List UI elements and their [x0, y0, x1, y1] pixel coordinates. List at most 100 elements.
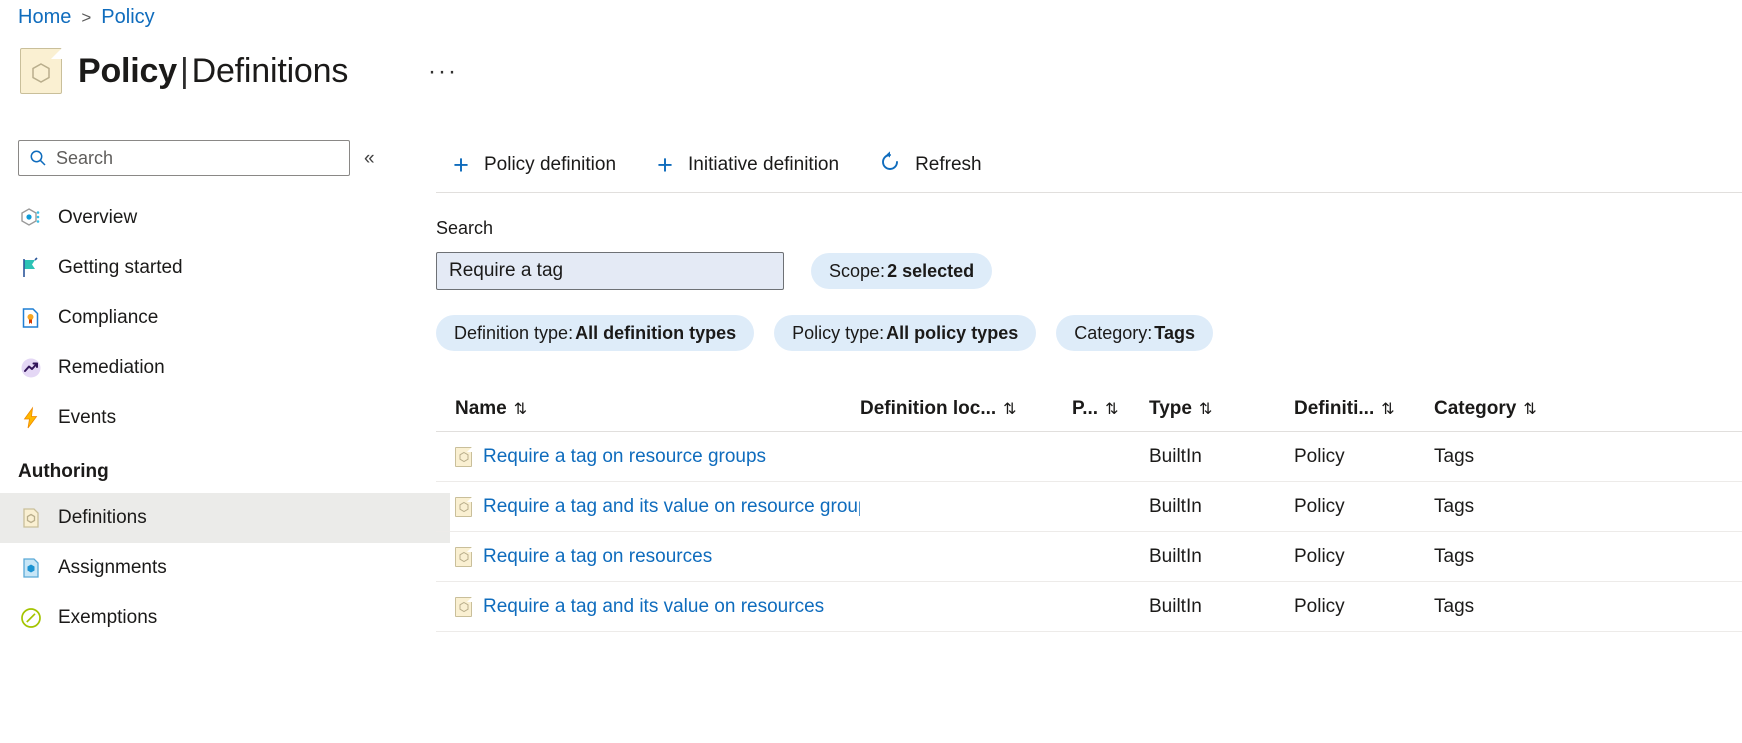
search-input-value: Require a tag: [449, 260, 564, 281]
flag-icon: [18, 255, 44, 281]
toolbar-divider: [436, 192, 1742, 193]
main-content: + Policy definition + Initiative definit…: [436, 140, 1742, 632]
cell-name: Require a tag and its value on resources: [436, 596, 860, 618]
column-header-label: Type: [1149, 397, 1192, 419]
filter-pill-value: 2 selected: [887, 260, 975, 281]
policy-definition-row-icon: [455, 446, 472, 467]
cell-type: BuiltIn: [1149, 495, 1202, 517]
hexagon-glyph: [459, 502, 468, 513]
filter-pill-value: All definition types: [575, 322, 737, 343]
filter-pill-scope[interactable]: Scope : 2 selected: [811, 253, 993, 289]
plus-icon: +: [657, 149, 673, 180]
filter-pill-name: Scope: [829, 260, 881, 281]
column-header-name[interactable]: Name ⇅: [436, 398, 860, 420]
policy-definition-row-icon: [455, 596, 472, 617]
sidebar-search-row: Search «: [0, 140, 450, 176]
column-header-type[interactable]: Type ⇅: [1149, 398, 1294, 420]
table-row[interactable]: Require a tag and its value on resource …: [436, 482, 1742, 532]
breadcrumb-home[interactable]: Home: [18, 6, 71, 29]
table-row[interactable]: Require a tag on resources BuiltIn Polic…: [436, 532, 1742, 582]
compliance-document-icon: [18, 305, 44, 331]
definition-name-link[interactable]: Require a tag and its value on resources: [483, 596, 824, 618]
sidebar-search-input[interactable]: Search: [18, 140, 350, 176]
search-icon: [30, 150, 46, 166]
refresh-icon: [877, 149, 903, 181]
sort-icon: ⇅: [1105, 400, 1119, 418]
plus-icon: +: [453, 149, 469, 180]
cell-definition-type: Policy: [1294, 595, 1345, 617]
table-row[interactable]: Require a tag on resource groups BuiltIn…: [436, 432, 1742, 482]
new-policy-definition-button[interactable]: + Policy definition: [448, 148, 618, 183]
column-header-category[interactable]: Category ⇅: [1434, 398, 1584, 420]
sidebar-item-exemptions[interactable]: Exemptions: [0, 593, 450, 643]
new-initiative-definition-button[interactable]: + Initiative definition: [652, 148, 841, 183]
breadcrumb-policy[interactable]: Policy: [101, 6, 154, 29]
sidebar-search-placeholder: Search: [56, 147, 114, 168]
cell-name: Require a tag on resource groups: [436, 446, 860, 468]
sidebar-item-label: Getting started: [58, 257, 183, 278]
table-row[interactable]: Require a tag and its value on resources…: [436, 582, 1742, 632]
more-options-button[interactable]: ···: [428, 60, 458, 84]
cell-name: Require a tag on resources: [436, 546, 860, 568]
table-header-row: Name ⇅ Definition loc... ⇅ P... ⇅ Type ⇅…: [436, 386, 1742, 432]
filter-pill-definition-type[interactable]: Definition type : All definition types: [436, 315, 755, 351]
sidebar-item-overview[interactable]: Overview: [0, 193, 450, 243]
cell-definition-type: Policy: [1294, 545, 1345, 567]
filter-pill-row: Definition type : All definition types P…: [436, 315, 1213, 351]
definitions-table: Name ⇅ Definition loc... ⇅ P... ⇅ Type ⇅…: [436, 386, 1742, 632]
column-header-p[interactable]: P... ⇅: [1072, 398, 1149, 420]
filter-pill-value: All policy types: [886, 322, 1019, 343]
sidebar-item-definitions[interactable]: Definitions: [0, 493, 450, 543]
sidebar-item-label: Overview: [58, 207, 138, 228]
refresh-button[interactable]: Refresh: [875, 145, 984, 185]
column-header-definition-type[interactable]: Definiti... ⇅: [1294, 398, 1434, 420]
sort-icon: ⇅: [1198, 400, 1213, 418]
refresh-label: Refresh: [915, 154, 982, 175]
sidebar-item-label: Remediation: [58, 357, 165, 378]
filter-pill-name: Definition type: [454, 322, 569, 343]
cell-category: Tags: [1434, 445, 1475, 467]
sidebar-item-assignments[interactable]: Assignments: [0, 543, 450, 593]
sidebar-item-label: Definitions: [58, 507, 147, 528]
policy-definition-row-icon: [455, 546, 472, 567]
sidebar: Search « Overview Getting started Compli…: [0, 140, 450, 643]
sidebar-item-label: Compliance: [58, 307, 159, 328]
new-initiative-definition-label: Initiative definition: [688, 154, 840, 175]
hexagon-glyph: [459, 552, 468, 563]
policy-definitions-page: Home > Policy Policy|Definitions ··· Sea…: [0, 0, 1742, 743]
hexagon-glyph: [32, 62, 50, 83]
sidebar-item-getting-started[interactable]: Getting started: [0, 243, 450, 293]
cell-type: BuiltIn: [1149, 595, 1202, 617]
page-title-main: Policy: [78, 51, 177, 90]
new-policy-definition-label: Policy definition: [484, 154, 617, 175]
filter-pill-value: Tags: [1154, 322, 1195, 343]
column-header-definition-location[interactable]: Definition loc... ⇅: [860, 398, 1072, 420]
sidebar-item-compliance[interactable]: Compliance: [0, 293, 450, 343]
column-header-label: P...: [1072, 397, 1099, 419]
column-header-label: Definiti...: [1294, 397, 1375, 419]
collapse-sidebar-icon[interactable]: «: [364, 149, 375, 168]
definition-name-link[interactable]: Require a tag on resource groups: [483, 446, 766, 468]
filter-pill-category[interactable]: Category : Tags: [1056, 315, 1213, 351]
breadcrumb-separator-icon: >: [81, 7, 92, 27]
breadcrumb: Home > Policy: [18, 6, 155, 29]
assignment-document-icon: [18, 555, 44, 581]
hexagon-glyph: [459, 452, 468, 463]
cell-type: BuiltIn: [1149, 445, 1202, 467]
sidebar-item-label: Events: [58, 407, 117, 428]
page-title: Policy|Definitions: [78, 52, 348, 91]
column-header-label: Category: [1434, 397, 1517, 419]
search-input[interactable]: Require a tag: [436, 252, 784, 290]
column-header-label: Name: [455, 397, 507, 419]
filter-pill-policy-type[interactable]: Policy type : All policy types: [774, 315, 1037, 351]
sidebar-item-label: Assignments: [58, 557, 167, 578]
filter-pill-name: Policy type: [792, 322, 880, 343]
sidebar-item-label: Exemptions: [58, 607, 158, 628]
page-title-row: Policy|Definitions: [20, 48, 348, 94]
definition-name-link[interactable]: Require a tag on resources: [483, 546, 712, 568]
definition-name-link[interactable]: Require a tag and its value on resource …: [483, 496, 860, 518]
definition-document-icon: [18, 505, 44, 531]
hexagon-glyph: [459, 602, 468, 613]
sidebar-item-remediation[interactable]: Remediation: [0, 343, 450, 393]
sidebar-item-events[interactable]: Events: [0, 393, 450, 443]
